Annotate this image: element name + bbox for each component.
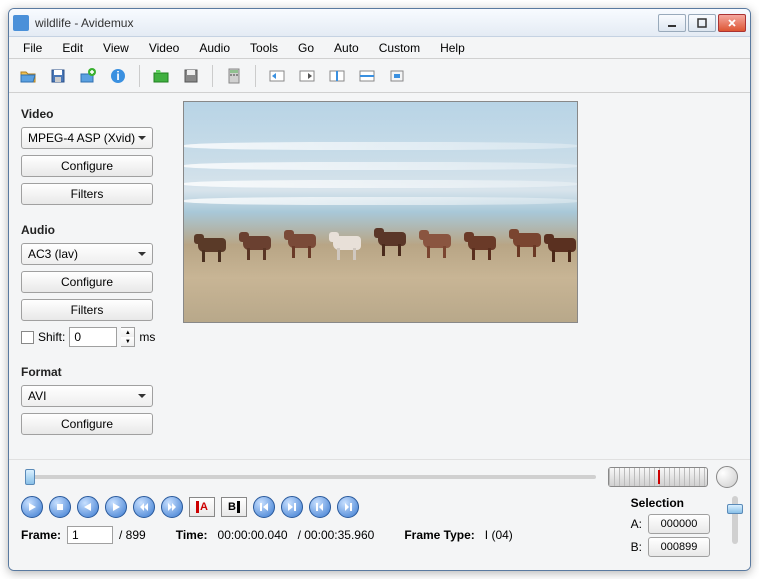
sel-a-label: A: [631, 517, 642, 531]
next-frame-button[interactable] [105, 496, 127, 518]
split-h-icon[interactable] [354, 63, 380, 89]
menu-audio[interactable]: Audio [189, 39, 240, 57]
volume-slider[interactable] [732, 496, 738, 544]
set-marker-b-button[interactable]: B [221, 497, 247, 517]
svg-text:i: i [116, 69, 119, 83]
frame-input[interactable] [67, 526, 113, 544]
save-icon[interactable] [45, 63, 71, 89]
window-title: wildlife - Avidemux [35, 16, 658, 30]
format-dropdown[interactable]: AVI [21, 385, 153, 407]
playback-controls: A B [21, 496, 631, 518]
jog-marker [658, 470, 660, 484]
sel-b-button[interactable]: 000899 [648, 537, 710, 557]
menu-file[interactable]: File [13, 39, 52, 57]
save-script-icon[interactable] [178, 63, 204, 89]
time-current: 00:00:00.040 [218, 528, 288, 542]
selection-panel: Selection A: 000000 B: 000899 [631, 496, 738, 560]
info-icon[interactable]: i [105, 63, 131, 89]
format-value: AVI [28, 389, 46, 403]
app-window: wildlife - Avidemux File Edit View Video… [8, 8, 751, 571]
audio-configure-button[interactable]: Configure [21, 271, 153, 293]
format-section-label: Format [21, 365, 171, 379]
menu-help[interactable]: Help [430, 39, 475, 57]
video-area [183, 101, 738, 451]
next-keyframe-button[interactable] [161, 496, 183, 518]
input-icon[interactable] [264, 63, 290, 89]
stop-button[interactable] [49, 496, 71, 518]
video-codec-dropdown[interactable]: MPEG-4 ASP (Xvid) [21, 127, 153, 149]
video-preview [183, 101, 578, 323]
format-configure-button[interactable]: Configure [21, 413, 153, 435]
titlebar: wildlife - Avidemux [9, 9, 750, 37]
menu-view[interactable]: View [93, 39, 139, 57]
set-marker-a-button[interactable]: A [189, 497, 215, 517]
timeline-thumb[interactable] [25, 469, 35, 485]
prev-frame-button[interactable] [77, 496, 99, 518]
jog-wheel[interactable] [608, 467, 708, 487]
left-panel: Video MPEG-4 ASP (Xvid) Configure Filter… [21, 101, 171, 451]
video-codec-value: MPEG-4 ASP (Xvid) [28, 131, 135, 145]
sel-a-button[interactable]: 000000 [648, 514, 710, 534]
shift-checkbox[interactable] [21, 331, 34, 344]
load-script-icon[interactable] [148, 63, 174, 89]
video-section-label: Video [21, 107, 171, 121]
menubar: File Edit View Video Audio Tools Go Auto… [9, 37, 750, 59]
close-button[interactable] [718, 14, 746, 32]
prev-black-button[interactable] [309, 496, 331, 518]
append-icon[interactable] [75, 63, 101, 89]
split-v-icon[interactable] [324, 63, 350, 89]
shift-input[interactable]: 0 [69, 327, 117, 347]
status-row: Frame: / 899 Time: 00:00:00.040 / 00:00:… [21, 526, 631, 544]
maximize-button[interactable] [688, 14, 716, 32]
time-label: Time: [176, 528, 208, 542]
shift-label: Shift: [38, 330, 65, 344]
timeline-slider[interactable] [25, 475, 596, 479]
shift-unit: ms [139, 330, 155, 344]
frame-total: / 899 [119, 528, 146, 542]
sel-b-label: B: [631, 540, 642, 554]
play-button[interactable] [21, 496, 43, 518]
menu-video[interactable]: Video [139, 39, 189, 57]
volume-thumb[interactable] [727, 504, 743, 514]
minimize-button[interactable] [658, 14, 686, 32]
prev-keyframe-button[interactable] [133, 496, 155, 518]
video-configure-button[interactable]: Configure [21, 155, 153, 177]
audio-section-label: Audio [21, 223, 171, 237]
menu-custom[interactable]: Custom [369, 39, 430, 57]
audio-codec-value: AC3 (lav) [28, 247, 78, 261]
audio-filters-button[interactable]: Filters [21, 299, 153, 321]
output-icon[interactable] [294, 63, 320, 89]
time-total: / 00:00:35.960 [298, 528, 375, 542]
menu-go[interactable]: Go [288, 39, 324, 57]
open-icon[interactable] [15, 63, 41, 89]
app-icon [13, 15, 29, 31]
selection-label: Selection [631, 496, 710, 510]
bottom-panel: A B Frame: / 899 Time: 00:00:00.040 / 00… [9, 459, 750, 570]
content-area: Video MPEG-4 ASP (Xvid) Configure Filter… [9, 93, 750, 459]
calculator-icon[interactable] [221, 63, 247, 89]
menu-edit[interactable]: Edit [52, 39, 93, 57]
goto-start-button[interactable] [253, 496, 275, 518]
shift-spinner[interactable]: ▲▼ [121, 327, 135, 347]
audio-codec-dropdown[interactable]: AC3 (lav) [21, 243, 153, 265]
frametype-label: Frame Type: [404, 528, 474, 542]
frametype-value: I (04) [485, 528, 513, 542]
goto-end-button[interactable] [281, 496, 303, 518]
toolbar: i [9, 59, 750, 93]
fit-icon[interactable] [384, 63, 410, 89]
menu-tools[interactable]: Tools [240, 39, 288, 57]
menu-auto[interactable]: Auto [324, 39, 369, 57]
frame-label: Frame: [21, 528, 61, 542]
video-filters-button[interactable]: Filters [21, 183, 153, 205]
jog-reset-button[interactable] [716, 466, 738, 488]
next-black-button[interactable] [337, 496, 359, 518]
